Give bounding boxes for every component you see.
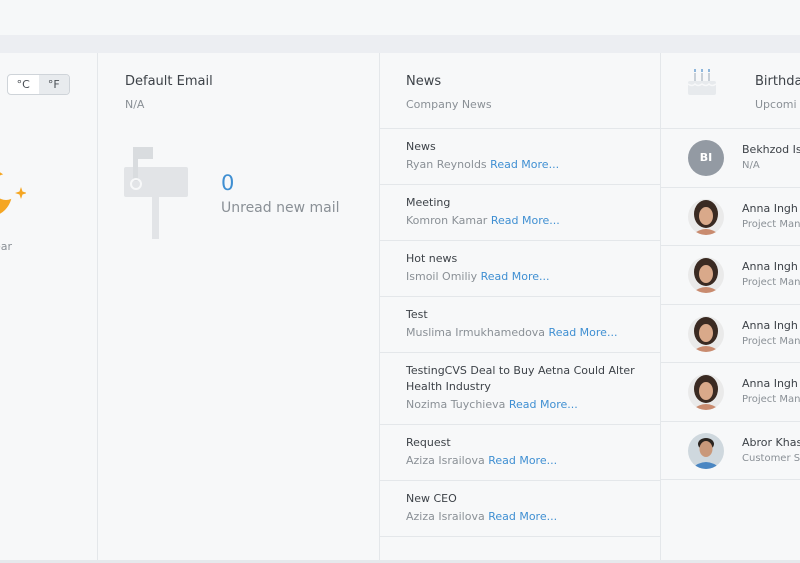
birthday-cake-icon xyxy=(687,69,717,95)
read-more-link[interactable]: Read More... xyxy=(491,214,560,227)
news-widget: News Company News News Ryan Reynolds Rea… xyxy=(380,53,661,560)
birthdays-header: Birthda Upcomi xyxy=(661,53,800,129)
avatar xyxy=(688,374,724,410)
news-title: TestingCVS Deal to Buy Aetna Could Alter… xyxy=(406,364,635,393)
news-title: Hot news xyxy=(406,252,458,265)
news-item: New CEO Aziza Israilova Read More... xyxy=(380,481,661,537)
top-bar xyxy=(0,0,800,35)
birthday-row[interactable]: Anna Ingh Project Man xyxy=(661,305,800,363)
news-list: News Ryan Reynolds Read More... Meeting … xyxy=(380,129,661,537)
dashboard-widgets: °C °F ear Default Email N/A 0 Unread new… xyxy=(0,53,800,560)
read-more-link[interactable]: Read More... xyxy=(490,158,559,171)
news-meta: Aziza Israilova Read More... xyxy=(406,509,641,525)
fahrenheit-button[interactable]: °F xyxy=(38,75,69,94)
news-meta: Ryan Reynolds Read More... xyxy=(406,157,641,173)
news-title: Request xyxy=(406,436,451,449)
person-name: Anna Ingh xyxy=(742,318,798,332)
person-name: Anna Ingh xyxy=(742,377,798,390)
birthdays-widget: Birthda Upcomi BI Bekhzod Is N/A Anna In… xyxy=(661,53,800,560)
birthday-row[interactable]: Abror Khas Customer S xyxy=(661,422,800,480)
avatar: BI xyxy=(688,140,724,176)
read-more-link[interactable]: Read More... xyxy=(481,270,550,283)
email-widget: Default Email N/A 0 Unread new mail xyxy=(98,53,380,560)
news-item: Request Aziza Israilova Read More... xyxy=(380,425,661,481)
news-widget-subtitle: Company News xyxy=(406,98,492,111)
read-more-link[interactable]: Read More... xyxy=(488,510,557,523)
person-role: Project Man xyxy=(742,394,800,405)
unread-label: Unread new mail xyxy=(221,200,340,216)
read-more-link[interactable]: Read More... xyxy=(509,398,578,411)
person-role: N/A xyxy=(742,160,760,171)
weather-condition: ear xyxy=(0,240,13,253)
read-more-link[interactable]: Read More... xyxy=(488,454,557,467)
person-role: Customer S xyxy=(742,452,800,464)
weather-widget: °C °F ear xyxy=(0,53,98,560)
person-role: Project Man xyxy=(742,335,800,347)
moon-icon xyxy=(0,172,26,214)
birthday-row[interactable]: Anna Ingh Project Man xyxy=(661,188,800,246)
person-role: Project Man xyxy=(742,218,800,230)
news-title: Meeting xyxy=(406,196,451,209)
news-author: Komron Kamar xyxy=(406,214,488,227)
news-header: News Company News xyxy=(380,53,661,129)
header-strip xyxy=(0,35,800,53)
birthdays-widget-subtitle: Upcomi xyxy=(755,98,797,111)
news-meta: Aziza Israilova Read More... xyxy=(406,453,641,469)
news-item: News Ryan Reynolds Read More... xyxy=(380,129,661,185)
mailbox-icon xyxy=(124,147,188,239)
news-author: Ryan Reynolds xyxy=(406,158,487,171)
news-meta: Muslima Irmukhamedova Read More... xyxy=(406,325,641,341)
avatar xyxy=(688,257,724,293)
birthday-row[interactable]: BI Bekhzod Is N/A xyxy=(661,129,800,188)
news-item: Hot news Ismoil Omiliy Read More... xyxy=(380,241,661,297)
news-author: Nozima Tuychieva xyxy=(406,398,506,411)
news-author: Aziza Israilova xyxy=(406,454,485,467)
news-title: Test xyxy=(406,308,428,321)
news-author: Ismoil Omiliy xyxy=(406,270,478,283)
news-item: Meeting Komron Kamar Read More... xyxy=(380,185,661,241)
read-more-link[interactable]: Read More... xyxy=(549,326,618,339)
email-widget-title: Default Email xyxy=(125,74,213,89)
avatar xyxy=(688,432,724,469)
news-author: Muslima Irmukhamedova xyxy=(406,326,546,339)
news-title: News xyxy=(406,140,436,153)
news-item: Test Muslima Irmukhamedova Read More... xyxy=(380,297,661,353)
news-meta: Nozima Tuychieva Read More... xyxy=(406,397,641,413)
celsius-button[interactable]: °C xyxy=(8,75,39,94)
person-name: Abror Khas xyxy=(742,435,800,449)
news-title: New CEO xyxy=(406,492,457,505)
news-meta: Komron Kamar Read More... xyxy=(406,213,641,229)
birthday-row[interactable]: Anna Ingh Project Man xyxy=(661,246,800,305)
avatar xyxy=(688,315,724,352)
birthday-row[interactable]: Anna Ingh Project Man xyxy=(661,363,800,422)
avatar xyxy=(688,198,724,235)
birthday-list: BI Bekhzod Is N/A Anna Ingh Project Man xyxy=(661,129,800,480)
news-item: TestingCVS Deal to Buy Aetna Could Alter… xyxy=(380,353,661,425)
birthdays-widget-title: Birthda xyxy=(755,74,800,89)
news-meta: Ismoil Omiliy Read More... xyxy=(406,269,641,285)
news-author: Aziza Israilova xyxy=(406,510,485,523)
temperature-unit-toggle: °C °F xyxy=(7,74,70,95)
person-name: Anna Ingh xyxy=(742,201,798,215)
person-name: Anna Ingh xyxy=(742,260,798,273)
person-name: Bekhzod Is xyxy=(742,143,800,156)
person-role: Project Man xyxy=(742,277,800,288)
news-widget-title: News xyxy=(406,74,442,89)
unread-count[interactable]: 0 xyxy=(221,171,234,195)
email-account: N/A xyxy=(125,98,145,111)
